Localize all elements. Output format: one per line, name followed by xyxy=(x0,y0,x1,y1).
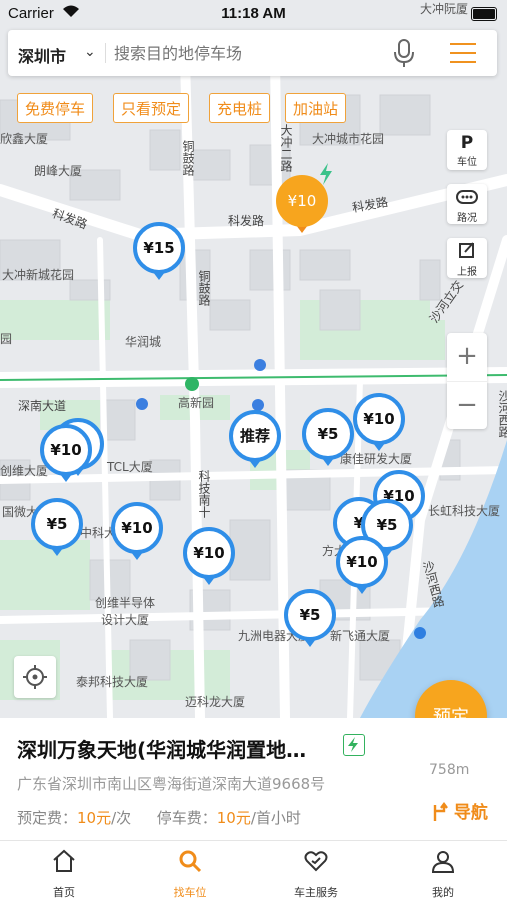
city-selector[interactable]: 深圳市 xyxy=(18,43,66,67)
pin-price: ¥15 xyxy=(143,239,175,257)
poi-label: 大冲新城花园 xyxy=(2,268,75,282)
parking-pin-selected[interactable]: ¥10 xyxy=(276,175,328,233)
lot-distance: 758m xyxy=(429,762,470,778)
parking-pin-recommended[interactable]: 推荐 xyxy=(229,410,281,468)
parking-pin[interactable]: ¥5 xyxy=(284,589,336,647)
locate-me-button[interactable] xyxy=(14,656,56,698)
traffic-icon xyxy=(456,190,478,204)
poi-label: 创维半导体设计大厦 xyxy=(94,596,155,627)
lot-name: 深圳万象天地(华润城华润置地… xyxy=(17,738,307,762)
search-icon xyxy=(179,850,202,873)
pin-price: ¥10 xyxy=(50,441,82,459)
lot-address: 广东省深圳市南山区粤海街道深南大道9668号 xyxy=(17,775,326,793)
parking-lot-card[interactable]: 深圳万象天地(华润城华润置地… 广东省深圳市南山区粤海街道深南大道9668号 预… xyxy=(0,718,507,840)
metro-station-icon xyxy=(185,377,199,391)
poi-label: 大冲阮厦 xyxy=(420,2,469,16)
parking-pin[interactable]: ¥10 xyxy=(40,424,92,482)
navigate-button[interactable]: 导航 xyxy=(432,798,488,823)
tab-owner-services[interactable]: 车主服务 xyxy=(266,841,366,901)
parking-layer-button[interactable]: P 车位 xyxy=(447,130,487,170)
reserve-fee-value: 10元 xyxy=(77,809,112,827)
parking-layer-label: 车位 xyxy=(457,157,477,168)
parking-pin[interactable]: ¥5 xyxy=(302,408,354,466)
poi-label: 园 xyxy=(0,332,13,346)
poi-label: 朗峰大厦 xyxy=(34,164,83,178)
chip-gas-station[interactable]: 加油站 xyxy=(285,93,347,123)
divider xyxy=(105,43,106,63)
tab-label: 首页 xyxy=(53,886,75,899)
pin-price: ¥10 xyxy=(193,544,225,562)
parking-fee-label: 停车费： xyxy=(156,809,217,827)
pin-label: 推荐 xyxy=(239,427,270,445)
report-label: 上报 xyxy=(457,267,477,278)
road-label: 铜鼓路 xyxy=(181,140,195,176)
route-icon xyxy=(433,802,448,821)
road-label: 铜鼓路 xyxy=(197,270,211,306)
map-view[interactable]: Carrier 11:18 AM 科发路 科发路 科发路 深南大道 铜鼓路 铜鼓… xyxy=(0,0,507,718)
poi-label: 高新园 xyxy=(178,396,215,410)
poi-label: 长虹科技大厦 xyxy=(428,504,501,518)
parking-fee-value: 10元 xyxy=(216,809,251,827)
pin-price: ¥5 xyxy=(46,515,68,533)
parking-pin[interactable]: ¥15 xyxy=(133,222,185,280)
pin-price: ¥10 xyxy=(363,410,395,428)
tab-home[interactable]: 首页 xyxy=(14,841,114,901)
chevron-down-icon[interactable]: ⌄ xyxy=(84,44,96,60)
zoom-out-button[interactable]: − xyxy=(447,381,487,430)
charging-badge-icon xyxy=(343,734,365,756)
user-icon xyxy=(431,851,455,873)
poi-label: 泰邦科技大厦 xyxy=(76,675,149,689)
parking-icon: P xyxy=(460,133,474,153)
poi-label: 欣鑫大厦 xyxy=(0,132,49,146)
poi-label: TCL大厦 xyxy=(107,460,153,474)
tab-label: 车主服务 xyxy=(294,886,338,899)
pin-price: ¥10 xyxy=(121,519,153,537)
search-input[interactable] xyxy=(112,43,366,64)
microphone-icon[interactable] xyxy=(390,38,418,68)
parking-pin[interactable]: ¥10 xyxy=(111,502,163,560)
parking-fee-unit: /首小时 xyxy=(250,809,301,827)
reserve-fee-label: 预定费： xyxy=(17,809,78,827)
road-label: 科发路 xyxy=(228,214,265,228)
battery-icon xyxy=(471,7,497,21)
poi-label: 迈科龙大厦 xyxy=(185,695,246,709)
pin-price: ¥10 xyxy=(287,192,317,210)
road-label: 大冲二路 xyxy=(279,124,293,172)
parking-pin[interactable]: ¥10 xyxy=(183,527,235,585)
menu-icon[interactable] xyxy=(448,40,480,66)
home-icon xyxy=(53,849,75,872)
poi-label: 新飞通大厦 xyxy=(330,629,391,643)
edit-icon xyxy=(459,242,474,258)
tab-find-parking[interactable]: 找车位 xyxy=(140,841,240,901)
road-label: 科技南十 xyxy=(197,470,211,518)
navigate-label: 导航 xyxy=(453,803,488,823)
tab-label: 找车位 xyxy=(173,886,207,899)
tab-label: 我的 xyxy=(432,886,454,899)
search-bar: 深圳市 ⌄ xyxy=(8,30,497,76)
zoom-control: + − xyxy=(447,333,487,429)
poi-label: 大冲城市花园 xyxy=(312,132,385,146)
traffic-layer-label: 路况 xyxy=(457,213,477,224)
report-button[interactable]: 上报 xyxy=(447,238,487,278)
pin-price: ¥10 xyxy=(346,553,378,571)
pin-price: ¥5 xyxy=(317,425,339,443)
poi-label: 华润城 xyxy=(125,335,162,349)
chip-free-parking[interactable]: 免费停车 xyxy=(17,93,94,123)
parking-pin[interactable]: ¥5 xyxy=(31,498,83,556)
heart-icon xyxy=(304,851,328,872)
traffic-layer-button[interactable]: 路况 xyxy=(447,184,487,224)
lot-fees: 预定费：10元/次 停车费：10元/首小时 xyxy=(17,807,301,828)
road-label: 沙河西路 xyxy=(497,390,507,438)
chip-reservable-only[interactable]: 只看预定 xyxy=(113,93,190,123)
tab-profile[interactable]: 我的 xyxy=(393,841,493,901)
parking-pin[interactable]: ¥10 xyxy=(353,393,405,451)
zoom-in-button[interactable]: + xyxy=(447,333,487,381)
chip-charging[interactable]: 充电桩 xyxy=(209,93,271,123)
reserve-fee-unit: /次 xyxy=(111,809,132,827)
parking-pin[interactable]: ¥10 xyxy=(336,536,388,594)
road-label: 深南大道 xyxy=(18,399,67,413)
tab-bar: 首页 找车位 车主服务 我的 xyxy=(0,840,507,901)
pin-price: ¥5 xyxy=(299,606,321,624)
crosshair-icon xyxy=(23,665,47,689)
